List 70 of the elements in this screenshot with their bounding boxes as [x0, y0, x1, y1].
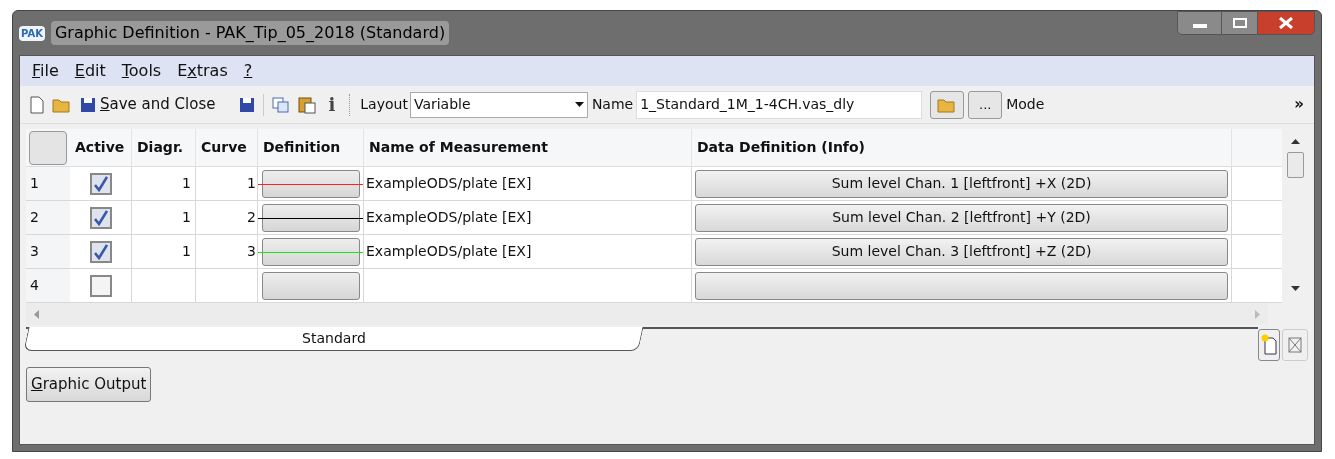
copy-icon[interactable]: [272, 96, 291, 113]
column-header[interactable]: Active: [75, 137, 125, 158]
measurement-name-cell-text: ExampleODS/plate [EX]: [366, 174, 532, 193]
row-number[interactable]: 1: [30, 173, 39, 194]
measurement-name-cell-text: ExampleODS/plate [EX]: [366, 242, 532, 261]
info-button[interactable]: i: [324, 91, 340, 118]
menu-item[interactable]: Tools: [121, 59, 162, 83]
ellipsis-button[interactable]: ...: [968, 90, 1003, 119]
diagram-cell-text: 1: [182, 174, 191, 193]
scroll-left-arrow-icon[interactable]: [34, 309, 39, 319]
diagram-cell-text: 1: [182, 242, 191, 261]
open-folder-icon: [937, 96, 958, 113]
menu-item[interactable]: Extras: [177, 59, 228, 83]
checkbox[interactable]: [89, 172, 112, 195]
scroll-thumb[interactable]: [1286, 152, 1304, 178]
data-definition-button[interactable]: Sum level Chan. 3 [leftfront] +Z (2D): [695, 237, 1228, 266]
column-header[interactable]: Curve: [201, 137, 247, 158]
new-document-icon[interactable]: [30, 95, 44, 114]
new-page-icon: [1261, 334, 1277, 356]
diagram-cell-text: 1: [182, 208, 191, 227]
delete-sheet-button[interactable]: [1282, 329, 1308, 361]
toolbar-overflow-button[interactable]: »: [1294, 93, 1304, 116]
checkmark-icon: [93, 175, 108, 192]
measurement-name-cell-text: ExampleODS/plate [EX]: [366, 208, 532, 227]
data-definition-button[interactable]: Sum level Chan. 2 [leftfront] +Y (2D): [695, 203, 1228, 232]
close-button[interactable]: [1257, 11, 1315, 35]
layout-dropdown[interactable]: Variable: [409, 91, 588, 118]
curve-cell-text: 1: [247, 174, 256, 193]
column-header[interactable]: Data Definition (Info): [697, 137, 865, 158]
close-icon: [1279, 17, 1293, 29]
select-all-button[interactable]: [29, 130, 67, 165]
menu-item[interactable]: Edit: [74, 59, 106, 83]
graphic-output-button[interactable]: Graphic Output: [26, 367, 152, 402]
sheet-tab[interactable]: Standard: [23, 327, 644, 351]
curve-cell-text: 2: [247, 208, 256, 227]
checkmark-icon: [93, 243, 108, 260]
column-header[interactable]: Definition: [263, 137, 341, 158]
row-number[interactable]: 4: [30, 275, 39, 296]
menu-item[interactable]: File: [32, 59, 59, 83]
curve-cell-text: 3: [247, 242, 256, 261]
data-definition-button[interactable]: Sum level Chan. 1 [leftfront] +X (2D): [695, 169, 1228, 198]
add-sheet-button[interactable]: [1258, 329, 1280, 361]
app-logo: PAK: [19, 25, 45, 41]
crossed-page-icon: [1287, 336, 1303, 354]
mode-label: Mode: [1006, 95, 1045, 114]
dropdown-caret-icon: [574, 102, 584, 107]
checkbox[interactable]: [89, 206, 112, 229]
name-field[interactable]: 1_Standard_1M_1-4CH.vas_dly: [636, 90, 923, 119]
open-folder-icon[interactable]: [52, 96, 72, 113]
minimize-button[interactable]: [1177, 11, 1222, 35]
row-number[interactable]: 3: [30, 241, 39, 262]
scroll-up-arrow-icon[interactable]: [1290, 139, 1300, 144]
data-definition-button[interactable]: [695, 271, 1228, 300]
column-header[interactable]: Diagr.: [137, 137, 184, 158]
row-number[interactable]: 2: [30, 207, 39, 228]
layout-label: Layout: [360, 95, 408, 114]
checkbox[interactable]: [89, 274, 112, 297]
window-title: Graphic Definition - PAK_Tip_05_2018 (Standard): [50, 21, 450, 45]
checkmark-icon: [93, 209, 108, 226]
column-header[interactable]: Name of Measurement: [369, 137, 549, 158]
browse-folder-button[interactable]: [930, 90, 965, 119]
checkbox[interactable]: [89, 240, 112, 263]
name-label: Name: [591, 95, 634, 114]
maximize-button[interactable]: [1222, 11, 1257, 35]
menu-item[interactable]: ?: [243, 59, 253, 83]
paste-icon[interactable]: [298, 95, 317, 114]
definition-button[interactable]: [261, 203, 360, 232]
save-and-close-button[interactable]: Save and Close: [80, 93, 216, 116]
horizontal-scrollbar[interactable]: [26, 303, 1268, 325]
scroll-down-arrow-icon[interactable]: [1290, 286, 1300, 291]
